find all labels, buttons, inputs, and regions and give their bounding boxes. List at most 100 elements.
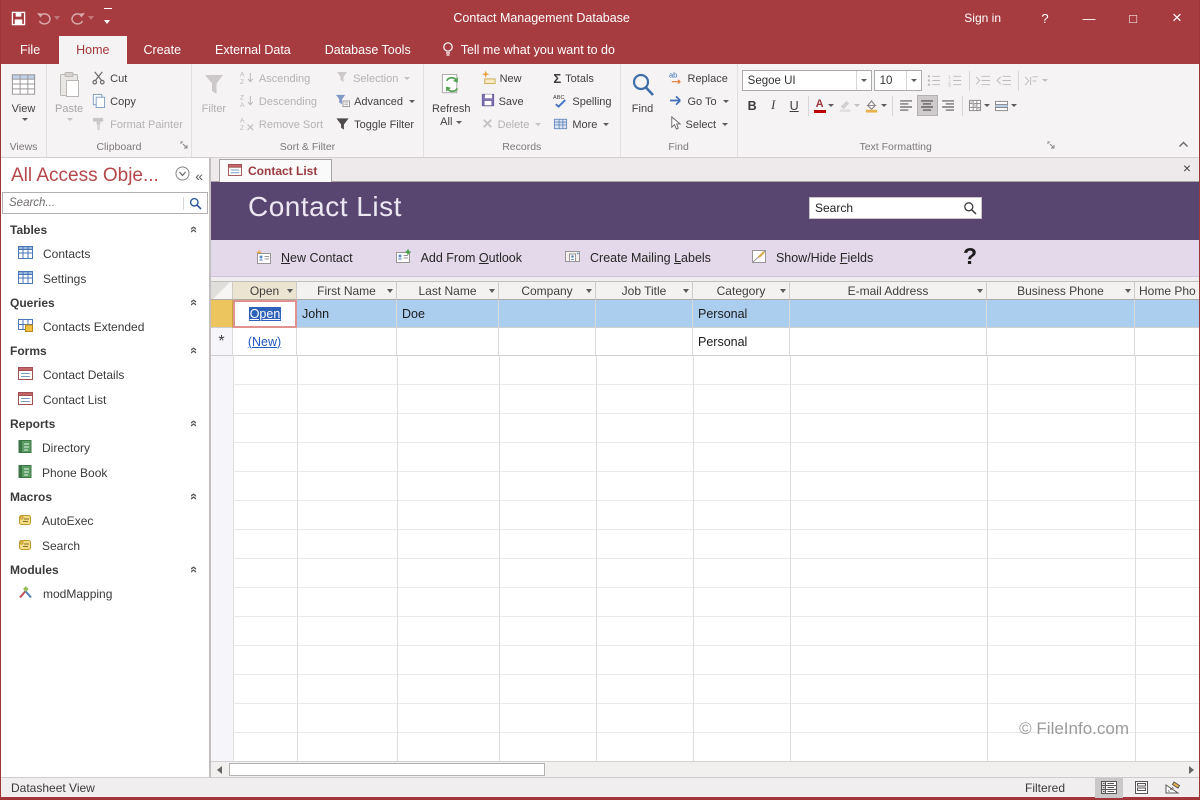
tab-home[interactable]: Home [59, 36, 126, 64]
filter-dropdown-icon[interactable] [489, 289, 495, 293]
nav-item-directory[interactable]: Directory [1, 435, 209, 460]
underline-button[interactable]: U [784, 95, 805, 116]
nav-item-autoexec[interactable]: AutoExec [1, 508, 209, 533]
collapse-section-icon[interactable]: « [187, 226, 202, 233]
filter-dropdown-icon[interactable] [586, 289, 592, 293]
clipboard-dialog-launcher-icon[interactable] [180, 141, 189, 153]
tab-create[interactable]: Create [127, 36, 199, 64]
nav-item-settings[interactable]: Settings [1, 266, 209, 291]
cell-job-title[interactable] [596, 328, 693, 356]
scroll-left-icon[interactable] [211, 762, 227, 777]
tab-file[interactable]: File [1, 36, 59, 64]
tab-external-data[interactable]: External Data [198, 36, 308, 64]
ascending-button[interactable]: AZ Ascending [236, 67, 327, 90]
nav-section-reports[interactable]: Reports« [1, 412, 209, 435]
help-button[interactable]: ? [1023, 0, 1067, 36]
italic-button[interactable]: I [763, 95, 784, 116]
refresh-all-button[interactable]: Refresh All [428, 67, 475, 131]
undo-icon[interactable] [36, 11, 60, 25]
bullets-icon[interactable] [924, 70, 945, 91]
collapse-section-icon[interactable]: « [187, 566, 202, 573]
new-record-selector[interactable]: * [211, 328, 233, 356]
customize-qat-icon[interactable] [104, 8, 112, 29]
new-record-button[interactable]: New [477, 67, 546, 90]
format-painter-button[interactable]: Format Painter [87, 113, 187, 136]
column-header-last-name[interactable]: Last Name [397, 281, 499, 300]
horizontal-scrollbar[interactable] [211, 761, 1199, 777]
datasheet-view-button[interactable] [1095, 778, 1123, 798]
chevron-down-icon[interactable] [856, 71, 871, 90]
column-header-email[interactable]: E-mail Address [790, 281, 987, 300]
copy-button[interactable]: Copy [87, 90, 187, 113]
delete-record-button[interactable]: Delete [477, 113, 546, 136]
close-button[interactable]: × [1155, 0, 1199, 36]
create-mailing-labels-button[interactable]: Create Mailing Labels [564, 249, 711, 267]
selection-button[interactable]: Selection [331, 67, 419, 90]
nav-item-modmapping[interactable]: modMapping [1, 581, 209, 606]
cell-email[interactable] [790, 300, 987, 328]
redo-icon[interactable] [70, 11, 94, 25]
view-button[interactable]: View [5, 67, 42, 123]
column-header-job-title[interactable]: Job Title [596, 281, 693, 300]
column-header-open[interactable]: Open [233, 281, 297, 300]
highlight-color-button[interactable] [836, 95, 862, 116]
minimize-button[interactable]: — [1067, 0, 1111, 36]
cell-open-link[interactable]: Open [233, 300, 297, 328]
collapse-section-icon[interactable]: « [187, 347, 202, 354]
nav-item-contacts-extended[interactable]: Contacts Extended [1, 314, 209, 339]
cell-business-phone[interactable] [987, 300, 1135, 328]
design-view-button[interactable] [1159, 778, 1187, 798]
save-record-button[interactable]: Save [477, 90, 546, 113]
cut-button[interactable]: Cut [87, 67, 187, 90]
collapse-section-icon[interactable]: « [187, 493, 202, 500]
add-from-outlook-button[interactable]: Add From Outlook [395, 249, 522, 267]
cell-company[interactable] [499, 328, 596, 356]
nav-item-contact-details[interactable]: Contact Details [1, 362, 209, 387]
cell-new-link[interactable]: (New) [233, 328, 297, 356]
cell-first-name[interactable]: John [297, 300, 397, 328]
align-left-button[interactable] [896, 95, 917, 116]
text-direction-icon[interactable] [1022, 70, 1050, 91]
decrease-indent-icon[interactable] [994, 70, 1015, 91]
advanced-button[interactable]: Advanced [331, 90, 419, 113]
nav-section-queries[interactable]: Queries« [1, 291, 209, 314]
chevron-down-icon[interactable] [906, 71, 921, 90]
collapse-section-icon[interactable]: « [187, 299, 202, 306]
cell-email[interactable] [790, 328, 987, 356]
column-header-home-phone[interactable]: Home Pho [1135, 281, 1199, 300]
nav-search-input[interactable] [3, 197, 183, 209]
search-icon[interactable] [959, 201, 981, 215]
collapse-section-icon[interactable]: « [187, 420, 202, 427]
bold-button[interactable]: B [742, 95, 763, 116]
nav-item-search-macro[interactable]: Search [1, 533, 209, 558]
select-button[interactable]: Select [665, 113, 733, 136]
text-formatting-dialog-launcher-icon[interactable] [1047, 141, 1056, 153]
filter-dropdown-icon[interactable] [287, 289, 293, 293]
gridlines-button[interactable] [966, 95, 992, 116]
column-header-company[interactable]: Company [499, 281, 596, 300]
cell-category[interactable]: Personal [693, 328, 790, 356]
filter-dropdown-icon[interactable] [683, 289, 689, 293]
document-tab-contact-list[interactable]: Contact List [219, 159, 332, 182]
increase-indent-icon[interactable] [973, 70, 994, 91]
alternate-row-color-button[interactable] [992, 95, 1019, 116]
filter-dropdown-icon[interactable] [1125, 289, 1131, 293]
new-contact-button[interactable]: New Contact [255, 249, 353, 267]
font-size-combo[interactable]: 10 [874, 70, 922, 91]
sign-in-button[interactable]: Sign in [942, 11, 1023, 25]
cell-category[interactable]: Personal [693, 300, 790, 328]
nav-pane-menu-icon[interactable] [175, 166, 190, 186]
paste-button[interactable]: Paste [51, 67, 87, 123]
select-all-corner[interactable] [211, 281, 233, 300]
nav-section-macros[interactable]: Macros« [1, 485, 209, 508]
numbering-icon[interactable]: 123 [945, 70, 966, 91]
align-center-button[interactable] [917, 95, 938, 116]
collapse-ribbon-icon[interactable] [1178, 135, 1189, 153]
go-to-button[interactable]: Go To [665, 90, 733, 113]
filter-dropdown-icon[interactable] [977, 289, 983, 293]
layout-view-button[interactable] [1127, 778, 1155, 798]
form-help-mark[interactable]: ? [963, 243, 977, 270]
tab-database-tools[interactable]: Database Tools [308, 36, 428, 64]
cell-company[interactable] [499, 300, 596, 328]
search-icon[interactable] [183, 197, 207, 210]
